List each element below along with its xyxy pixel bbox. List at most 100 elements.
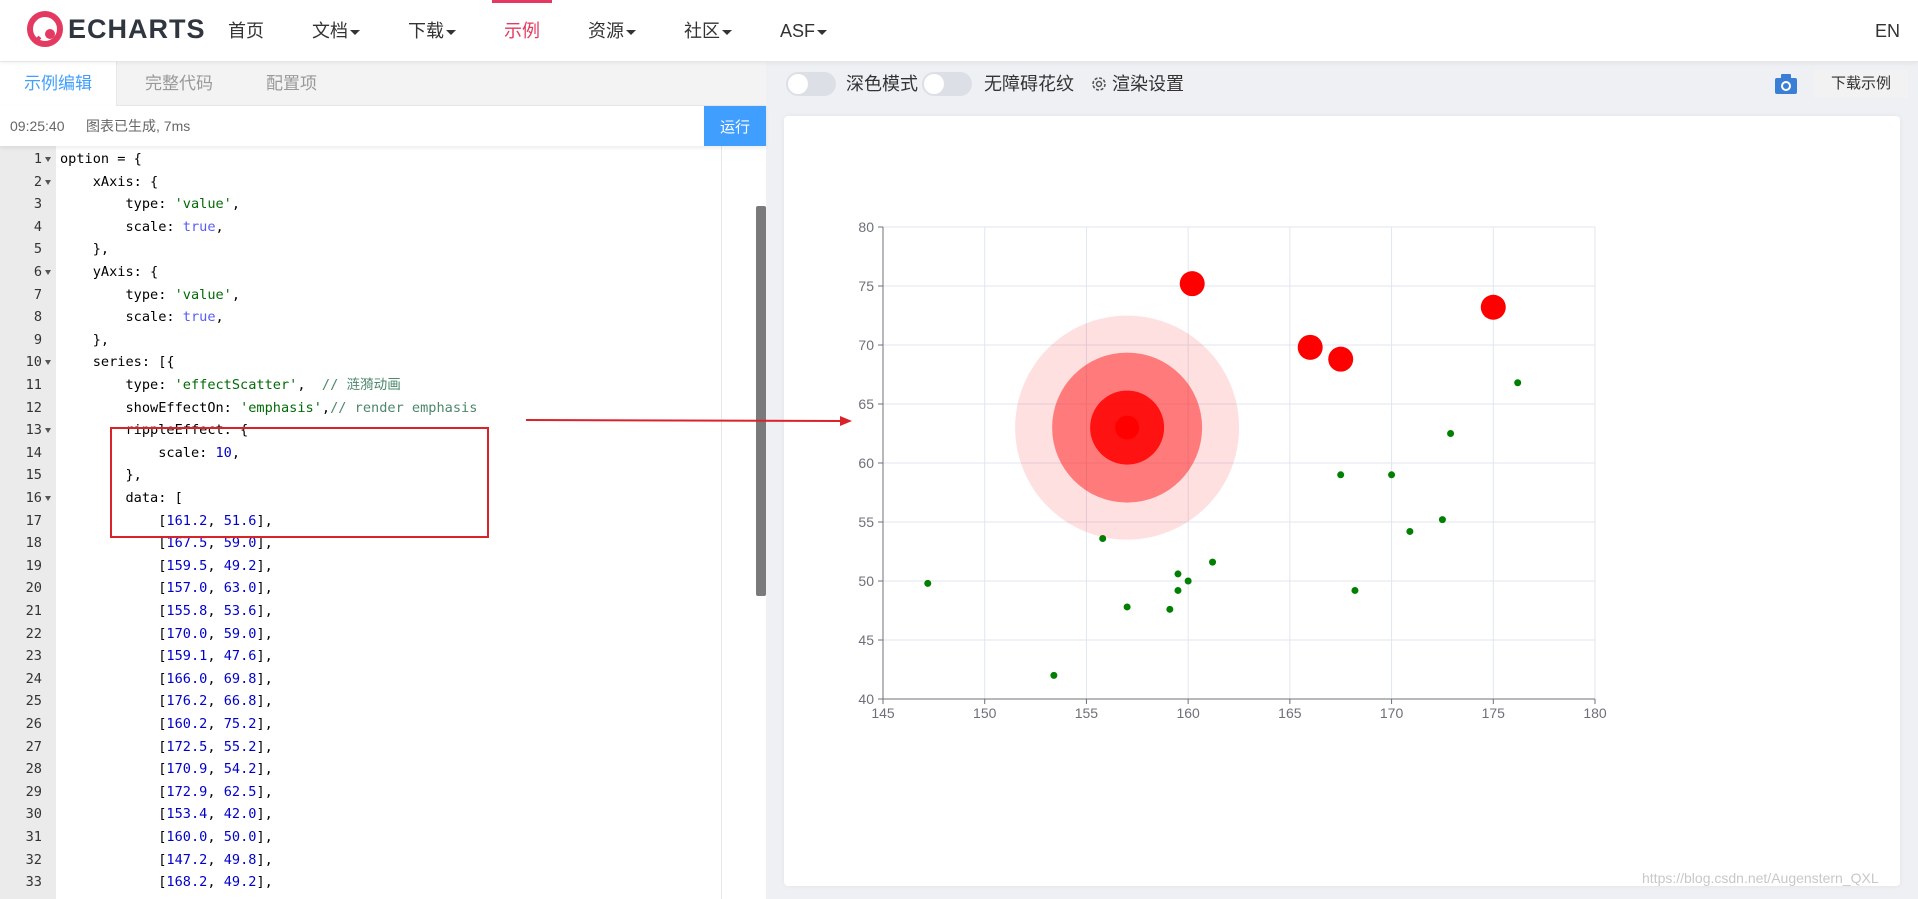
editor-scrollbar[interactable] bbox=[756, 206, 766, 596]
code-token: 172.9 bbox=[166, 783, 208, 800]
gear-icon[interactable] bbox=[1090, 75, 1108, 93]
code-line[interactable]: [172.5, 55.2], bbox=[60, 736, 273, 759]
y-tick-label: 65 bbox=[858, 396, 874, 412]
code-token: ], bbox=[256, 851, 273, 868]
code-line[interactable]: [172.9, 62.5], bbox=[60, 781, 273, 804]
code-token: , bbox=[207, 738, 224, 755]
code-token: 'effectScatter' bbox=[174, 377, 298, 393]
code-token: 172.5 bbox=[166, 738, 208, 755]
code-token: 157.0 bbox=[166, 580, 208, 597]
code-line[interactable]: [160.0, 50.0], bbox=[60, 826, 273, 849]
code-line[interactable]: [168.2, 49.2], bbox=[60, 871, 273, 894]
scatter-point bbox=[1328, 346, 1354, 372]
line-number: 8 bbox=[33, 309, 42, 326]
nav-item-label: 示例 bbox=[504, 21, 540, 41]
scatter-point bbox=[1166, 605, 1174, 613]
caret-down-icon bbox=[722, 29, 732, 35]
y-tick-label: 75 bbox=[858, 278, 874, 294]
fold-toggle-icon[interactable] bbox=[45, 270, 51, 275]
code-line[interactable]: scale: true, bbox=[60, 306, 223, 329]
fold-toggle-icon[interactable] bbox=[45, 157, 51, 162]
nav-item-1[interactable]: 文档 bbox=[312, 0, 360, 62]
code-token: ], bbox=[256, 829, 273, 845]
code-line[interactable]: [155.8, 53.6], bbox=[60, 600, 273, 623]
nav-item-2[interactable]: 下载 bbox=[408, 0, 456, 62]
code-line[interactable]: [147.2, 49.8], bbox=[60, 849, 273, 872]
run-button[interactable]: 运行 bbox=[704, 106, 766, 146]
code-token: [ bbox=[60, 625, 167, 642]
code-line[interactable]: series: [{ bbox=[60, 351, 175, 374]
code-line[interactable]: [157.0, 63.0], bbox=[60, 577, 273, 600]
line-number: 20 bbox=[25, 580, 42, 597]
code-line[interactable]: [166.0, 69.8], bbox=[60, 668, 273, 691]
tab-options[interactable]: 配置项 bbox=[242, 62, 341, 106]
scatter-point bbox=[1184, 577, 1192, 585]
tab-full-code[interactable]: 完整代码 bbox=[121, 62, 237, 106]
code-line[interactable]: type: 'effectScatter', // 涟漪动画 bbox=[60, 374, 401, 397]
accessibility-toggle[interactable] bbox=[922, 72, 972, 96]
code-token: }, bbox=[60, 331, 110, 348]
y-tick-label: 70 bbox=[858, 337, 874, 353]
code-line[interactable]: [159.5, 49.2], bbox=[60, 555, 273, 578]
code-token: ], bbox=[256, 670, 273, 687]
scatter-point bbox=[1179, 271, 1205, 297]
line-number: 2 bbox=[33, 173, 42, 190]
y-tick-label: 40 bbox=[858, 691, 874, 707]
code-token: [ bbox=[60, 716, 167, 732]
code-line[interactable]: [176.2, 66.8], bbox=[60, 690, 273, 713]
code-token: ], bbox=[256, 716, 273, 732]
code-line[interactable]: }, bbox=[60, 238, 109, 261]
scatter-point bbox=[1297, 334, 1323, 360]
render-settings-label[interactable]: 渲染设置 bbox=[1112, 62, 1184, 106]
nav-item-0[interactable]: 首页 bbox=[228, 0, 264, 62]
fold-toggle-icon[interactable] bbox=[45, 428, 51, 434]
code-line[interactable]: [159.1, 47.6], bbox=[60, 645, 273, 668]
fold-toggle-icon[interactable] bbox=[45, 179, 51, 185]
code-line[interactable]: showEffectOn: 'emphasis',// render empha… bbox=[60, 397, 477, 420]
scatter-chart[interactable]: 145 150 155 160 165 170 175 180 40 45 50 55 60 65 70 75… bbox=[784, 116, 1900, 886]
code-line[interactable]: option = { bbox=[60, 148, 142, 171]
logo-text: ECHARTS bbox=[68, 13, 206, 44]
code-token: ], bbox=[256, 557, 273, 574]
code-token: 170.9 bbox=[166, 761, 208, 778]
nav-item-6[interactable]: ASF bbox=[780, 0, 828, 62]
line-number: 11 bbox=[25, 377, 42, 393]
scatter-point bbox=[1209, 558, 1217, 566]
fold-toggle-icon[interactable] bbox=[45, 360, 51, 366]
camera-icon[interactable] bbox=[1774, 73, 1798, 95]
code-token: [ bbox=[60, 603, 167, 619]
nav-item-label: 首页 bbox=[228, 21, 264, 41]
line-number: 21 bbox=[25, 603, 42, 619]
code-token: // 涟漪动画 bbox=[321, 377, 401, 393]
code-line[interactable]: scale: true, bbox=[60, 216, 224, 239]
code-line[interactable]: type: 'value', bbox=[60, 284, 240, 307]
code-line[interactable]: [153.4, 42.0], bbox=[60, 803, 273, 826]
tab-example-edit[interactable]: 示例编辑 bbox=[0, 62, 117, 107]
code-line[interactable]: }, bbox=[60, 329, 109, 352]
code-line[interactable]: xAxis: { bbox=[60, 171, 158, 194]
line-number: 22 bbox=[25, 625, 42, 642]
code-line[interactable]: [170.0, 59.0], bbox=[60, 623, 273, 646]
nav-item-4[interactable]: 资源 bbox=[588, 0, 636, 62]
line-number: 6 bbox=[33, 264, 42, 280]
code-token: , bbox=[215, 218, 224, 235]
code-token: 50.0 bbox=[223, 829, 257, 845]
line-number: 10 bbox=[25, 354, 42, 371]
code-line[interactable]: type: 'value', bbox=[60, 193, 240, 216]
nav-item-5[interactable]: 社区 bbox=[684, 0, 732, 62]
code-line[interactable]: yAxis: { bbox=[60, 261, 158, 284]
code-line[interactable]: [160.2, 75.2], bbox=[60, 713, 273, 736]
download-example-button[interactable]: 下载示例 bbox=[1814, 70, 1908, 98]
code-token: ], bbox=[256, 874, 273, 891]
nav-item-3[interactable]: 示例 bbox=[492, 0, 552, 62]
echarts-logo[interactable]: ECHARTS bbox=[26, 10, 206, 48]
scatter-point bbox=[1050, 671, 1058, 679]
fold-toggle-icon[interactable] bbox=[45, 496, 51, 501]
code-line[interactable]: [175.0, 73.2], bbox=[60, 894, 273, 899]
code-token: true bbox=[182, 218, 216, 235]
code-line[interactable]: [170.9, 54.2], bbox=[60, 758, 273, 781]
annotation-arrow bbox=[526, 416, 852, 426]
line-number: 32 bbox=[25, 851, 42, 868]
dark-mode-toggle[interactable] bbox=[786, 72, 836, 96]
language-switch[interactable]: EN bbox=[1875, 0, 1900, 62]
